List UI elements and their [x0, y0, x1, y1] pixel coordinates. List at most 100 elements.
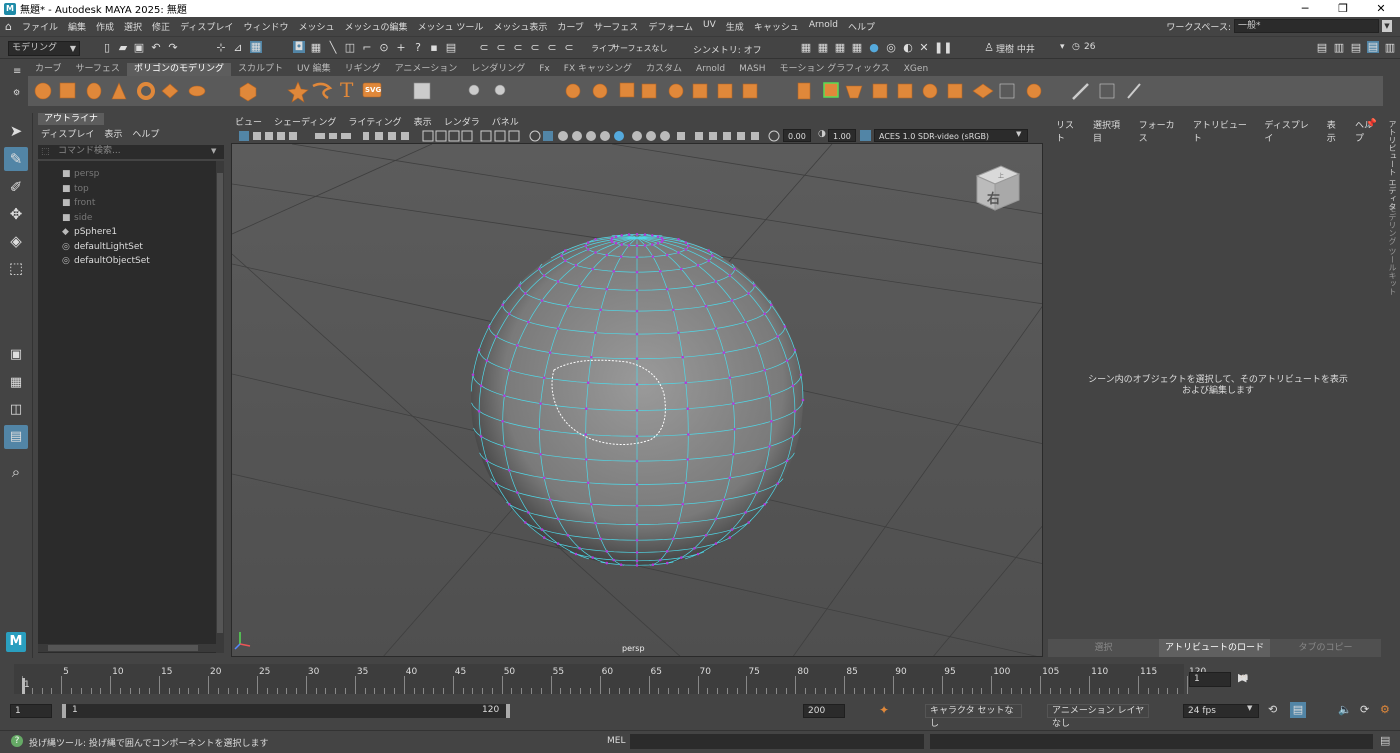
color-space-dropdown[interactable]: ACES 1.0 SDR-video (sRGB) — [874, 129, 1028, 142]
menu-item-10[interactable]: メッシュ表示 — [488, 20, 552, 33]
snap-point-icon[interactable]: ◫ — [344, 42, 356, 54]
outliner-h-scrollbar[interactable] — [38, 644, 216, 652]
menu-item-4[interactable]: 修正 — [147, 20, 175, 33]
question-icon[interactable]: ? — [412, 42, 424, 54]
range-slider[interactable]: 1 120 — [62, 704, 510, 718]
history-icon[interactable]: ▤ — [445, 42, 457, 54]
menu-item-11[interactable]: カーブ — [552, 20, 588, 33]
cmd-input[interactable] — [630, 734, 924, 749]
viewport-menu-5[interactable]: パネル — [492, 115, 519, 128]
home-icon[interactable]: ⌂ — [0, 20, 17, 33]
outliner-item[interactable]: ◎ defaultLightSet — [62, 240, 143, 254]
shelf-menu-icon[interactable]: ≡ — [13, 66, 21, 77]
shelf-tab-0[interactable]: カーブ — [28, 63, 68, 76]
user-name[interactable]: 理樹 中井 — [996, 42, 1035, 55]
loop-icon[interactable]: ⟲ — [1268, 704, 1277, 716]
select-tool-icon[interactable]: ➤ — [4, 119, 28, 143]
3d-viewport[interactable]: 右 上 persp — [231, 143, 1043, 657]
sound-icon[interactable]: 🔈 — [1338, 704, 1352, 716]
menu-item-14[interactable]: UV — [698, 20, 721, 33]
shelf-tab-3[interactable]: スカルプト — [231, 63, 290, 76]
menu-item-9[interactable]: メッシュ ツール — [412, 20, 488, 33]
menu-item-13[interactable]: デフォーム — [643, 20, 698, 33]
outliner-menu-0[interactable]: ディスプレイ — [41, 127, 94, 140]
open-scene-icon[interactable]: ▰ — [117, 42, 129, 54]
time-slider[interactable]: 1 5 10 15 20 25 30 35 40 45 50 55 60 65 70 75 80 85 90 95 10… — [14, 664, 1206, 694]
maya-home-icon[interactable]: M — [6, 632, 26, 652]
arnold-render-icon[interactable]: ◐ — [902, 42, 914, 54]
layout-single-icon[interactable]: ▣ — [4, 343, 28, 367]
viewport-menu-0[interactable]: ビュー — [235, 115, 262, 128]
viewport-menu-3[interactable]: 表示 — [414, 115, 432, 128]
ae-button-0[interactable]: 選択 — [1048, 639, 1159, 657]
magnet-icon-2[interactable]: ⊂ — [495, 42, 507, 54]
menu-item-3[interactable]: 選択 — [119, 20, 147, 33]
shelf-tab-9[interactable]: FX キャッシング — [557, 63, 639, 76]
shelf-tab-8[interactable]: Fx — [532, 63, 557, 76]
color-mgmt-icon[interactable] — [860, 130, 871, 141]
outliner-search-input[interactable]: コマンド検索... — [38, 145, 224, 159]
undo-icon[interactable]: ↶ — [150, 42, 162, 54]
ae-button-2[interactable]: タブのコピー — [1270, 639, 1381, 657]
menu-item-18[interactable]: ヘルプ — [843, 20, 880, 33]
live-surface-label[interactable]: サーフェスなし — [612, 43, 668, 54]
shelf-tab-7[interactable]: レンダリング — [464, 63, 532, 76]
render-frame-icon[interactable]: ▦ — [817, 42, 829, 54]
new-scene-icon[interactable]: ▯ — [101, 42, 113, 54]
search-icon[interactable]: ⌕ — [4, 460, 28, 484]
ae-menu-5[interactable]: 表示 — [1327, 118, 1344, 144]
preferences-icon[interactable]: ⟳ — [1360, 704, 1369, 716]
chevron-down-icon[interactable]: ▼ — [1382, 20, 1392, 32]
svg-tool-label[interactable]: SVG — [365, 86, 381, 94]
shelf-tab-5[interactable]: リギング — [338, 63, 388, 76]
script-editor-icon[interactable]: ▤ — [1380, 734, 1390, 747]
shelf-tab-10[interactable]: カスタム — [639, 63, 689, 76]
shelf-tab-13[interactable]: モーション グラフィックス — [773, 63, 897, 76]
maximize-button[interactable]: ❐ — [1324, 0, 1362, 17]
panel-toggle-icon-3[interactable]: ▤ — [1350, 42, 1362, 54]
outliner-item[interactable]: ■ front — [62, 196, 95, 210]
layout-two-icon[interactable]: ◫ — [4, 398, 28, 422]
outliner-menu-1[interactable]: 表示 — [104, 127, 122, 140]
text-tool-icon[interactable]: T — [340, 79, 353, 101]
ae-menu-3[interactable]: アトリビュート — [1193, 118, 1254, 144]
menu-item-2[interactable]: 作成 — [91, 20, 119, 33]
shelf-tab-12[interactable]: MASH — [732, 63, 772, 76]
menu-item-1[interactable]: 編集 — [63, 20, 91, 33]
menu-item-15[interactable]: 生成 — [721, 20, 749, 33]
render-view-icon[interactable]: ◎ — [885, 42, 897, 54]
time-cursor[interactable] — [22, 678, 25, 694]
chevron-down-icon[interactable]: ▼ — [211, 147, 216, 155]
outliner-menu-2[interactable]: ヘルプ — [132, 127, 159, 140]
outliner-item[interactable]: ◎ defaultObjectSet — [62, 254, 150, 268]
chevron-down-icon[interactable]: ▼ — [1247, 704, 1252, 712]
panel-toggle-icon-1[interactable]: ▤ — [1316, 42, 1328, 54]
pause-icon[interactable]: ❚❚ — [934, 42, 952, 54]
shelf-tab-11[interactable]: Arnold — [689, 63, 732, 76]
start-frame-field[interactable]: 1 — [10, 704, 52, 718]
shelf-tab-6[interactable]: アニメーション — [388, 63, 465, 76]
snap-plus-icon[interactable]: + — [395, 42, 407, 54]
ae-menu-4[interactable]: ディスプレイ — [1264, 118, 1315, 144]
magnet-icon-3[interactable]: ⊂ — [512, 42, 524, 54]
menu-item-0[interactable]: ファイル — [17, 20, 63, 33]
lock-icon[interactable]: ▪ — [428, 42, 440, 54]
viewport-menu-4[interactable]: レンダラ — [444, 115, 480, 128]
save-scene-icon[interactable]: ▣ — [133, 42, 145, 54]
auto-key-icon[interactable]: ✦ — [879, 703, 889, 717]
gamma-field[interactable]: 1.00 — [828, 129, 856, 142]
shelf-tab-2[interactable]: ポリゴンのモデリング — [126, 63, 231, 76]
end-frame-field[interactable]: 200 — [803, 704, 845, 718]
snap-grid-icon[interactable]: ▦ — [310, 42, 322, 54]
menu-item-17[interactable]: Arnold — [804, 20, 843, 33]
ipr-icon[interactable]: ▦ — [834, 42, 846, 54]
side-tab-attribute-editor[interactable]: アトリビュート エディタ — [1386, 120, 1398, 211]
menu-item-6[interactable]: ウィンドウ — [238, 20, 293, 33]
layout-outliner-icon[interactable]: ▤ — [4, 425, 28, 449]
select-component-icon[interactable]: ▦ — [250, 41, 262, 53]
anim-prefs-icon[interactable]: ⚙ — [1380, 704, 1390, 716]
close-button[interactable]: ✕ — [1362, 0, 1400, 17]
shelf-tab-1[interactable]: サーフェス — [68, 63, 126, 76]
outliner-item[interactable]: ◆ pSphere1 — [62, 225, 117, 239]
minimize-button[interactable]: ─ — [1286, 0, 1324, 17]
